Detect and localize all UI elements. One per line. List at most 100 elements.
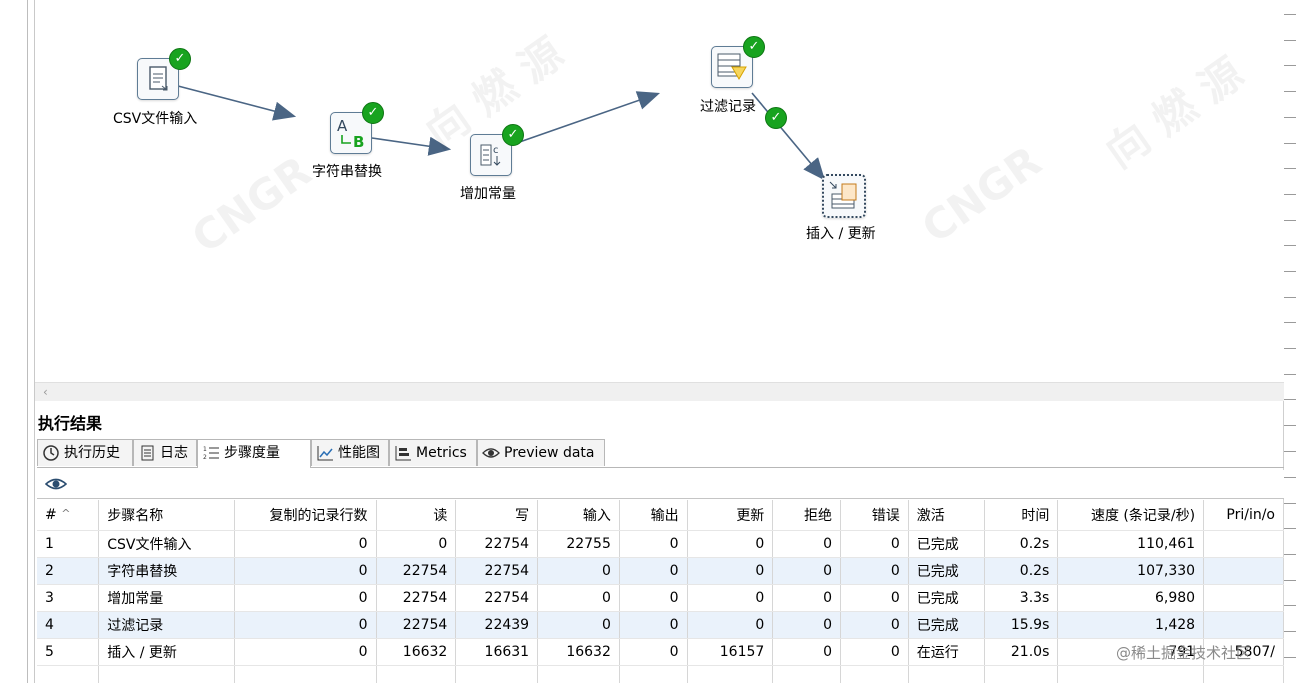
svg-text:1: 1 (203, 446, 207, 453)
step-label-replace: 字符串替换 (312, 164, 382, 180)
panel-edge-tick (1284, 117, 1296, 118)
svg-text:c: c (493, 145, 499, 156)
panel-edge-tick (1284, 451, 1296, 452)
step-add-constant[interactable]: c ✓ (470, 124, 524, 176)
panel-edge-tick (1284, 168, 1296, 169)
column-header[interactable]: 更新 (687, 500, 774, 531)
right-panel-edge (1283, 0, 1296, 683)
column-header[interactable]: 错误 (840, 500, 909, 531)
scroll-left-icon[interactable]: ‹ (43, 383, 48, 401)
column-header[interactable]: 复制的记录行数 (234, 500, 377, 531)
canvas-horizontal-scrollbar[interactable]: ‹ (35, 382, 1284, 401)
table-cell: 0 (234, 557, 377, 585)
panel-edge-tick (1284, 40, 1296, 41)
table-cell: 插入 / 更新 (98, 638, 235, 666)
tab-performance-chart[interactable]: 性能图 (311, 439, 389, 466)
tab-label: Metrics (416, 445, 467, 461)
step-insert-update[interactable] (822, 174, 866, 218)
table-cell: 22439 (455, 611, 539, 639)
table-row[interactable]: 5 插入 / 更新 0 16632 16631 16632 0 16157 0 0 在运行 21.0s… (37, 638, 1284, 666)
tab-label: Preview data (504, 445, 595, 461)
table-cell: 0 (772, 584, 842, 612)
table-cell: 0 (772, 557, 842, 585)
table-cell (1203, 665, 1284, 683)
watermark-text: @稀土掘金技术社区 (1116, 644, 1252, 662)
table-cell (234, 665, 377, 683)
table-cell (455, 665, 539, 683)
transformation-canvas[interactable]: ✓ CSV文件输入 AB ✓ 字符串替换 c ✓ 增加常量 ✓ 过滤记录 ✓ 插… (35, 0, 1284, 382)
table-cell: 22754 (455, 530, 539, 558)
metrics-icon (394, 444, 412, 462)
panel-edge-tick (1284, 528, 1296, 529)
table-cell: 22754 (376, 584, 457, 612)
table-cell: 1 (37, 530, 100, 558)
success-check-icon: ✓ (502, 124, 524, 146)
table-cell: 已完成 (908, 584, 985, 612)
step-label-filter: 过滤记录 (700, 99, 756, 115)
table-row[interactable]: 3 增加常量 0 22754 22754 0 0 0 0 0 已完成 3.3s 6,980 (37, 584, 1284, 612)
column-header[interactable]: Pri/in/o (1203, 500, 1284, 531)
table-cell: 0 (687, 530, 774, 558)
column-header[interactable]: 速度 (条记录/秒) (1057, 500, 1205, 531)
hop-constant-filter[interactable] (510, 91, 661, 146)
step-csv-input[interactable]: ✓ (137, 48, 191, 100)
panel-edge-tick (1284, 399, 1296, 400)
column-header[interactable]: 步骤名称 (98, 500, 235, 531)
column-header[interactable]: 时间 (984, 500, 1059, 531)
step-label-constant: 增加常量 (460, 186, 516, 202)
svg-text:2: 2 (203, 454, 207, 461)
hop-filter-upsert[interactable] (751, 92, 826, 181)
step-metrics-icon: 12 (202, 444, 220, 462)
table-cell: 0 (840, 584, 909, 612)
table-cell: 22754 (455, 557, 539, 585)
table-cell: 0 (234, 530, 377, 558)
tab-history[interactable]: 执行历史 (37, 439, 133, 466)
panel-edge-tick (1284, 605, 1296, 606)
column-header[interactable]: 写 (455, 500, 539, 531)
panel-edge-tick (1284, 477, 1296, 478)
table-cell: 已完成 (908, 557, 985, 585)
panel-edge-tick (1284, 503, 1296, 504)
table-cell: 0 (234, 611, 377, 639)
table-cell: 16631 (455, 638, 539, 666)
step-string-replace[interactable]: AB ✓ (330, 102, 384, 154)
table-cell: 22755 (537, 530, 620, 558)
table-cell (376, 665, 457, 683)
panel-edge-tick (1284, 220, 1296, 221)
table-cell: 1,428 (1057, 611, 1205, 639)
show-active-eye-icon[interactable] (44, 476, 68, 496)
column-header[interactable]: 激活 (908, 500, 985, 531)
column-header[interactable]: 读 (376, 500, 457, 531)
tab-step-metrics[interactable]: 1 2 步骤度量 (197, 439, 311, 468)
step-filter-rows[interactable]: ✓ (711, 36, 765, 88)
table-row[interactable]: 2 字符串替换 0 22754 22754 0 0 0 0 0 已完成 0.2s 107,330 (37, 557, 1284, 585)
table-cell: 0 (772, 611, 842, 639)
column-header[interactable]: 输出 (619, 500, 688, 531)
table-cell: 0 (537, 557, 620, 585)
tab-label: 日志 (160, 445, 188, 461)
tab-preview-data[interactable]: Preview data (477, 439, 605, 466)
tab-label: 性能图 (338, 445, 380, 461)
table-cell: 21.0s (984, 638, 1059, 666)
table-cell: 0 (772, 530, 842, 558)
table-row[interactable]: 4 过滤记录 0 22754 22439 0 0 0 0 0 已完成 15.9s 1,428 (37, 611, 1284, 639)
success-check-icon: ✓ (362, 102, 384, 124)
tab-metrics[interactable]: Metrics (389, 439, 477, 466)
table-cell: 过滤记录 (98, 611, 235, 639)
hop-replace-constant[interactable] (371, 136, 452, 156)
svg-text:A: A (337, 117, 348, 135)
table-cell: 已完成 (908, 611, 985, 639)
table-row[interactable]: 1 CSV文件输入 0 0 22754 22755 0 0 0 0 已完成 0.2s 110,461 (37, 530, 1284, 558)
table-cell: 在运行 (908, 638, 985, 666)
column-header[interactable]: # ^ (37, 500, 100, 531)
table-cell (984, 665, 1059, 683)
panel-edge-tick (1284, 631, 1296, 632)
column-header[interactable]: 输入 (537, 500, 620, 531)
table-cell (537, 665, 620, 683)
column-header[interactable]: 拒绝 (772, 500, 842, 531)
tab-log[interactable]: 日志 (133, 439, 197, 466)
panel-edge-tick (1284, 554, 1296, 555)
table-cell: 0 (840, 557, 909, 585)
table-header-row: # ^ 步骤名称 复制的记录行数 读 写 输入 输出 更新 拒绝 错误 激活 时… (37, 500, 1284, 531)
step-metrics-table[interactable]: # ^ 步骤名称 复制的记录行数 读 写 输入 输出 更新 拒绝 错误 激活 时… (37, 500, 1284, 683)
